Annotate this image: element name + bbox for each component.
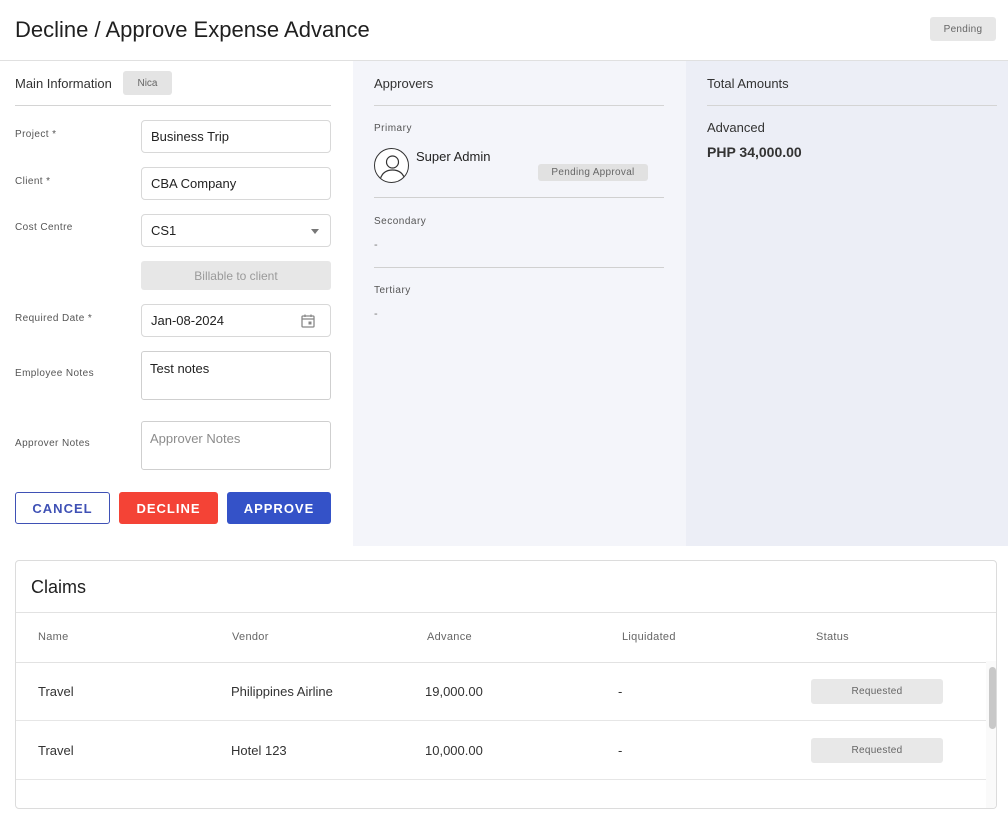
decline-button[interactable]: DECLINE xyxy=(119,492,218,524)
project-value: Business Trip xyxy=(151,129,230,144)
claims-card: Claims Name Vendor Advance Liquidated St… xyxy=(15,560,997,809)
claim-advance: 10,000.00 xyxy=(425,743,483,758)
secondary-approver-value: - xyxy=(374,239,378,251)
approver-notes-placeholder: Approver Notes xyxy=(150,431,241,446)
cost-centre-value: CS1 xyxy=(151,223,177,238)
section-divider xyxy=(15,105,331,106)
advanced-label: Advanced xyxy=(707,120,765,135)
project-field[interactable]: Business Trip xyxy=(141,120,331,153)
total-amounts-panel: Total Amounts Advanced PHP 34,000.00 xyxy=(686,61,1008,546)
client-value: CBA Company xyxy=(151,176,237,191)
employee-notes-value: Test notes xyxy=(150,361,210,376)
claim-vendor: Philippines Airline xyxy=(231,684,333,699)
column-header-vendor[interactable]: Vendor xyxy=(232,631,269,643)
employee-notes-label: Employee Notes xyxy=(15,368,94,379)
main-information-title: Main Information xyxy=(15,76,112,91)
project-label: Project * xyxy=(15,129,57,140)
column-header-liquidated[interactable]: Liquidated xyxy=(622,631,676,643)
advanced-amount: PHP 34,000.00 xyxy=(707,144,802,160)
claim-status-badge: Requested xyxy=(811,679,943,704)
approvers-title: Approvers xyxy=(374,76,434,91)
tertiary-approver-label: Tertiary xyxy=(374,285,411,296)
cost-centre-label: Cost Centre xyxy=(15,222,73,233)
claims-divider xyxy=(16,612,996,613)
approver-notes-label: Approver Notes xyxy=(15,438,91,449)
employee-tag: Nica xyxy=(123,71,172,95)
required-date-label: Required Date * xyxy=(15,313,93,324)
approve-button[interactable]: APPROVE xyxy=(227,492,331,524)
cancel-button[interactable]: CANCEL xyxy=(15,492,110,524)
required-date-field[interactable]: Jan-08-2024 xyxy=(141,304,331,337)
approvers-panel: Approvers Primary Super Admin Pending Ap… xyxy=(353,61,686,546)
claim-name: Travel xyxy=(38,743,74,758)
primary-approver-name: Super Admin xyxy=(416,149,491,164)
column-header-status[interactable]: Status xyxy=(816,631,849,643)
required-date-value: Jan-08-2024 xyxy=(151,313,224,328)
total-amounts-title: Total Amounts xyxy=(707,76,789,91)
main-information-panel: Main Information Nica Project * Business… xyxy=(0,61,353,546)
secondary-approver-label: Secondary xyxy=(374,216,427,227)
employee-notes-field[interactable]: Test notes xyxy=(141,351,331,400)
chevron-down-icon xyxy=(311,229,319,234)
claim-liquidated: - xyxy=(618,743,623,758)
table-row[interactable]: Travel Hotel 123 10,000.00 - Requested xyxy=(16,722,986,780)
page-header: Decline / Approve Expense Advance Pendin… xyxy=(0,0,1008,61)
calendar-icon[interactable] xyxy=(300,313,316,329)
divider xyxy=(374,197,664,198)
section-divider xyxy=(374,105,664,106)
approver-notes-input[interactable]: Approver Notes xyxy=(141,421,331,470)
claim-vendor: Hotel 123 xyxy=(231,743,287,758)
section-divider xyxy=(707,105,997,106)
client-field[interactable]: CBA Company xyxy=(141,167,331,200)
scrollbar-thumb[interactable] xyxy=(989,667,996,729)
tertiary-approver-value: - xyxy=(374,308,378,320)
claim-advance: 19,000.00 xyxy=(425,684,483,699)
page-title: Decline / Approve Expense Advance xyxy=(15,17,370,42)
divider xyxy=(374,267,664,268)
claims-title: Claims xyxy=(31,577,87,597)
column-header-name[interactable]: Name xyxy=(38,631,69,643)
table-row[interactable]: Travel Philippines Airline 19,000.00 - R… xyxy=(16,663,986,721)
claim-status-badge: Requested xyxy=(811,738,943,763)
cost-centre-select[interactable]: CS1 xyxy=(141,214,331,247)
status-badge: Pending xyxy=(930,17,996,41)
primary-approver-label: Primary xyxy=(374,123,412,134)
approval-status-badge: Pending Approval xyxy=(538,164,648,181)
client-label: Client * xyxy=(15,176,51,187)
claim-name: Travel xyxy=(38,684,74,699)
claim-liquidated: - xyxy=(618,684,623,699)
column-header-advance[interactable]: Advance xyxy=(427,631,472,643)
billable-to-client-button[interactable]: Billable to client xyxy=(141,261,331,290)
user-icon xyxy=(374,148,409,183)
